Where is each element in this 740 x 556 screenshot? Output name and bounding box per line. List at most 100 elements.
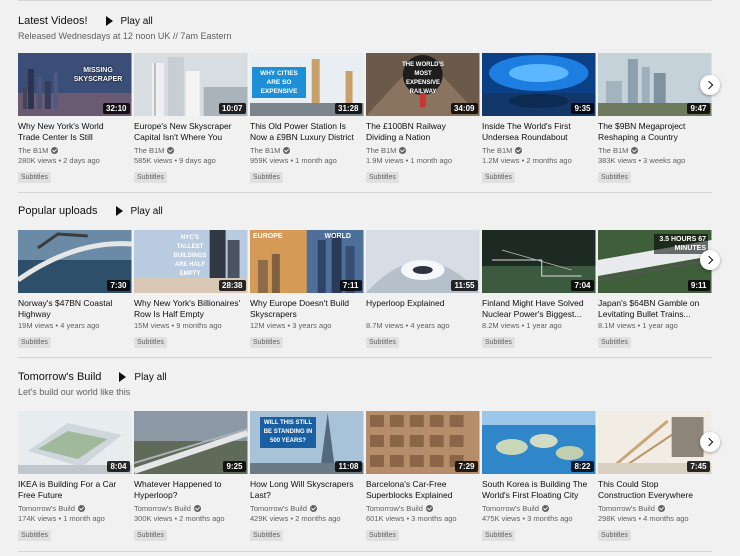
video-title[interactable]: Hyperloop Explained [366, 298, 480, 320]
video-title[interactable]: IKEA is Building For a Car Free Future [18, 479, 132, 501]
video-meta: 585K views • 9 days ago [134, 156, 216, 165]
video-thumbnail[interactable]: EUROPE WORLD 7:11 [250, 230, 364, 293]
video-card[interactable]: 7:45 This Could Stop Construction Everyw… [598, 411, 712, 542]
video-card[interactable]: 7:04 Finland Might Have Solved Nuclear P… [482, 230, 596, 349]
video-title[interactable]: Inside The World's First Undersea Rounda… [482, 121, 596, 143]
channel-name[interactable]: Tomorrow's Build [134, 503, 248, 513]
channel-label: Tomorrow's Build [366, 503, 423, 513]
video-title[interactable]: The $9BN Megaproject Reshaping a Country [598, 121, 712, 143]
video-thumbnail[interactable]: NYC'S TALLEST BUILDINGS ARE HALF EMPTY 2… [134, 230, 248, 293]
channel-name[interactable]: The B1M [250, 145, 364, 155]
next-arrow-button[interactable] [700, 75, 720, 95]
play-all-button[interactable]: Play all [115, 206, 163, 217]
upload-age: 3 months ago [527, 514, 573, 523]
video-card[interactable]: 7:29 Barcelona's Car-Free Superblocks Ex… [366, 411, 480, 542]
channel-name[interactable]: The B1M [482, 145, 596, 155]
video-thumbnail[interactable]: 7:45 [598, 411, 712, 474]
verified-check-icon [425, 504, 433, 512]
video-card[interactable]: NYC'S TALLEST BUILDINGS ARE HALF EMPTY 2… [134, 230, 248, 349]
next-arrow-button[interactable] [700, 432, 720, 452]
video-title[interactable]: Whatever Happened to Hyperloop? [134, 479, 248, 501]
upload-age: 4 months ago [643, 514, 689, 523]
channel-name[interactable]: Tomorrow's Build [482, 503, 596, 513]
upload-age: 1 month ago [410, 156, 453, 165]
channel-name[interactable]: The B1M [366, 145, 480, 155]
video-card[interactable]: 9:47 The $9BN Megaproject Reshaping a Co… [598, 53, 712, 184]
view-count: 300K views [134, 514, 173, 523]
play-all-button[interactable]: Play all [119, 372, 167, 383]
top-divider [18, 0, 712, 1]
video-thumbnail[interactable]: 9:35 [482, 53, 596, 116]
shelf-title[interactable]: Tomorrow's Build [18, 371, 101, 383]
play-all-button[interactable]: Play all [105, 16, 153, 27]
video-meta: 19M views • 4 years ago [18, 321, 100, 330]
video-title[interactable]: Why New York's World Trade Center Is Sti… [18, 121, 132, 143]
video-meta: 601K views • 3 months ago [366, 514, 457, 523]
video-card[interactable]: 7:30 Norway's $47BN Coastal Highway 19M … [18, 230, 132, 349]
shelf-title[interactable]: Popular uploads [18, 205, 98, 217]
video-thumbnail[interactable]: 8:04 [18, 411, 132, 474]
video-thumbnail[interactable]: MISSING SKYSCRAPER 32:10 [18, 53, 132, 116]
channel-name[interactable]: Tomorrow's Build [598, 503, 712, 513]
video-card[interactable]: 9:35 Inside The World's First Undersea R… [482, 53, 596, 184]
channel-name[interactable]: The B1M [598, 145, 712, 155]
video-card[interactable]: EUROPE WORLD 7:11 Why Europe Doesn't Bui… [250, 230, 364, 349]
video-title[interactable]: How Long Will Skyscrapers Last? [250, 479, 364, 501]
video-title[interactable]: The £100BN Railway Dividing a Nation [366, 121, 480, 143]
shelf-title[interactable]: Latest Videos! [18, 15, 88, 27]
duration-badge: 31:28 [335, 103, 362, 114]
video-title[interactable]: This Old Power Station Is Now a £9BN Lux… [250, 121, 364, 143]
video-card[interactable]: WILL THIS STILL BE STANDING IN 500 YEARS… [250, 411, 364, 542]
video-card[interactable]: WHY CITIES ARE SO EXPENSIVE 31:28 This O… [250, 53, 364, 184]
video-card[interactable]: 8:22 South Korea is Building The World's… [482, 411, 596, 542]
video-thumbnail[interactable]: 8:22 [482, 411, 596, 474]
video-card[interactable]: 8:04 IKEA is Building For a Car Free Fut… [18, 411, 132, 542]
video-thumbnail[interactable]: 9:25 [134, 411, 248, 474]
video-card[interactable]: 10:07 Europe's New Skyscraper Capital Is… [134, 53, 248, 184]
video-thumbnail[interactable]: WILL THIS STILL BE STANDING IN 500 YEARS… [250, 411, 364, 474]
channel-name[interactable]: The B1M [134, 145, 248, 155]
video-meta: 383K views • 3 weeks ago [598, 156, 686, 165]
video-thumbnail[interactable]: THE WORLD'S MOST EXPENSIVE RAILWAY 34:09 [366, 53, 480, 116]
video-title[interactable]: Barcelona's Car-Free Superblocks Explain… [366, 479, 480, 501]
upload-age: 1 year ago [642, 321, 678, 330]
subtitles-badge: Subtitles [18, 530, 51, 541]
channel-label: The B1M [482, 145, 513, 155]
video-thumbnail[interactable]: 3.5 HOURS 67 MINUTES 9:11 [598, 230, 712, 293]
subtitles-badge: Subtitles [250, 337, 283, 348]
video-thumbnail[interactable]: 10:07 [134, 53, 248, 116]
verified-check-icon [515, 146, 523, 154]
video-thumbnail[interactable]: 7:29 [366, 411, 480, 474]
verified-check-icon [283, 146, 291, 154]
video-title[interactable]: Norway's $47BN Coastal Highway [18, 298, 132, 320]
video-title[interactable]: Japan's $64BN Gamble on Levitating Bulle… [598, 298, 712, 320]
video-card[interactable]: 9:25 Whatever Happened to Hyperloop? Tom… [134, 411, 248, 542]
channel-name[interactable]: Tomorrow's Build [366, 503, 480, 513]
channel-name[interactable]: Tomorrow's Build [250, 503, 364, 513]
video-thumbnail[interactable]: 11:55 [366, 230, 480, 293]
view-count: 1.2M views [482, 156, 520, 165]
shelf-subtitle: Let's build our world like this [18, 387, 131, 397]
video-title[interactable]: Finland Might Have Solved Nuclear Power'… [482, 298, 596, 320]
video-thumbnail[interactable]: 7:04 [482, 230, 596, 293]
video-thumbnail[interactable]: 7:30 [18, 230, 132, 293]
video-thumbnail[interactable]: WHY CITIES ARE SO EXPENSIVE 31:28 [250, 53, 364, 116]
video-title[interactable]: Europe's New Skyscraper Capital Isn't Wh… [134, 121, 248, 143]
video-card[interactable]: MISSING SKYSCRAPER 32:10 Why New York's … [18, 53, 132, 184]
video-card[interactable]: 3.5 HOURS 67 MINUTES 9:11 Japan's $64BN … [598, 230, 712, 349]
video-title[interactable]: This Could Stop Construction Everywhere [598, 479, 712, 501]
next-arrow-button[interactable] [700, 250, 720, 270]
video-meta: 300K views • 2 months ago [134, 514, 225, 523]
video-title[interactable]: Why New York's Billionaires' Row Is Half… [134, 298, 248, 320]
video-thumbnail[interactable]: 9:47 [598, 53, 712, 116]
video-card[interactable]: THE WORLD'S MOST EXPENSIVE RAILWAY 34:09… [366, 53, 480, 184]
video-title[interactable]: Why Europe Doesn't Build Skyscrapers [250, 298, 364, 320]
subtitles-badge: Subtitles [134, 337, 167, 348]
channel-name[interactable]: Tomorrow's Build [18, 503, 132, 513]
video-card[interactable]: 11:55 Hyperloop Explained 8.7M views • 4… [366, 230, 480, 349]
upload-age: 1 month ago [63, 514, 105, 523]
duration-badge: 8:04 [107, 461, 130, 472]
video-title[interactable]: South Korea is Building The World's Firs… [482, 479, 596, 501]
channel-name[interactable]: The B1M [18, 145, 132, 155]
view-count: 19M views [18, 321, 54, 330]
